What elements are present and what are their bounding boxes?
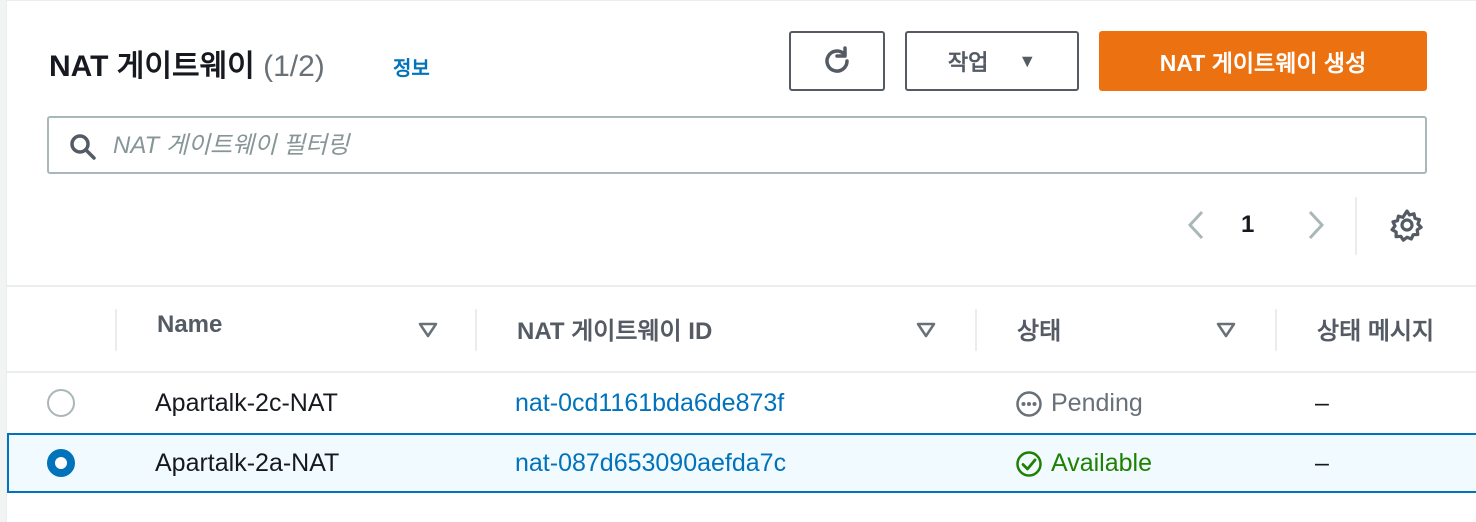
- page-title: NAT 게이트웨이 (1/2): [49, 41, 325, 85]
- row-select-radio[interactable]: [47, 389, 75, 417]
- status-available: Available: [1015, 449, 1152, 478]
- chevron-right-icon: [1308, 210, 1325, 240]
- sort-down-icon[interactable]: [915, 321, 937, 339]
- gateway-id-link[interactable]: nat-0cd1161bda6de873f: [515, 389, 784, 418]
- row-select-radio-checked[interactable]: [47, 449, 75, 477]
- next-page-button[interactable]: [1301, 205, 1331, 245]
- check-circle-icon: [1016, 450, 1042, 477]
- status-pending: Pending: [1015, 389, 1143, 418]
- gateway-name: Apartalk-2a-NAT: [155, 449, 340, 477]
- status-message: –: [1315, 389, 1329, 417]
- column-divider: [975, 309, 977, 351]
- caret-down-icon: ▼: [1018, 50, 1037, 71]
- refresh-button[interactable]: [789, 31, 885, 91]
- sort-down-icon[interactable]: [417, 321, 439, 339]
- previous-page-button[interactable]: [1181, 205, 1211, 245]
- pagination-divider: [1355, 197, 1357, 255]
- gateway-name: Apartalk-2c-NAT: [155, 389, 338, 417]
- column-divider: [115, 309, 117, 351]
- filter-box: [47, 116, 1427, 174]
- refresh-icon: [825, 46, 849, 73]
- column-divider: [1275, 309, 1277, 351]
- table-row[interactable]: Apartalk-2c-NAT nat-0cd1161bda6de873f Pe…: [7, 373, 1476, 433]
- gateway-id-link[interactable]: nat-087d653090aefda7c: [515, 449, 786, 478]
- column-header-name[interactable]: Name: [157, 311, 222, 339]
- create-nat-gateway-button[interactable]: NAT 게이트웨이 생성: [1099, 31, 1427, 91]
- selection-count: (1/2): [263, 50, 325, 83]
- status-text: Available: [1051, 449, 1153, 477]
- nat-gateways-panel: NAT 게이트웨이 (1/2) 정보 작업 ▼ NAT 게이트웨이 생성 1: [6, 0, 1476, 522]
- column-header-nat-gateway-id[interactable]: NAT 게이트웨이 ID: [517, 311, 712, 346]
- column-divider: [475, 309, 477, 351]
- sort-down-icon[interactable]: [1215, 321, 1237, 339]
- gear-icon: [1390, 209, 1423, 242]
- status-text: Pending: [1051, 389, 1143, 417]
- column-header-state[interactable]: 상태: [1017, 311, 1061, 346]
- status-message: –: [1315, 449, 1329, 477]
- filter-input[interactable]: [113, 128, 1403, 164]
- table-row-selected[interactable]: Apartalk-2a-NAT nat-087d653090aefda7c Av…: [7, 433, 1476, 493]
- column-header-state-message[interactable]: 상태 메시지: [1317, 311, 1434, 346]
- pending-icon: [1016, 390, 1042, 417]
- title-text: NAT 게이트웨이: [49, 50, 255, 83]
- search-icon: [70, 134, 96, 160]
- actions-label: 작업: [947, 50, 989, 75]
- current-page-number[interactable]: 1: [1241, 211, 1254, 239]
- info-link[interactable]: 정보: [393, 52, 430, 81]
- chevron-left-icon: [1187, 210, 1204, 240]
- table-settings-button[interactable]: [1387, 205, 1427, 245]
- table-top-border: [7, 285, 1476, 287]
- actions-dropdown-button[interactable]: 작업 ▼: [905, 31, 1079, 91]
